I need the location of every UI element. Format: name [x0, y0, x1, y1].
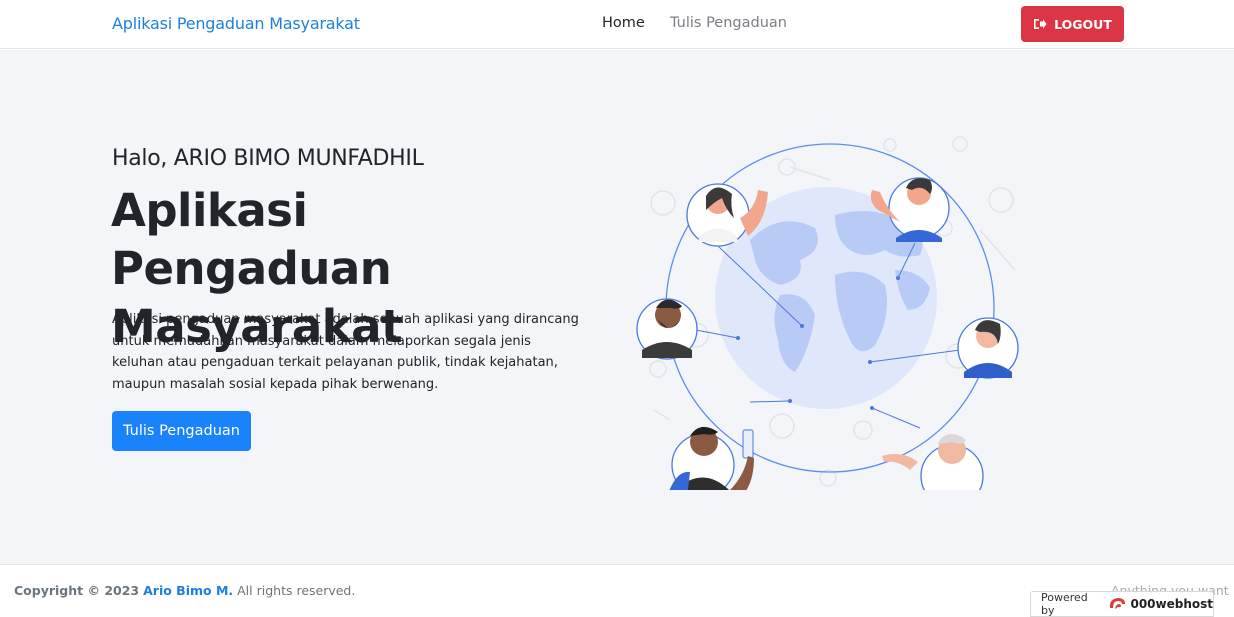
hero-description: Aplikasi pengaduan masyarakat adalah seb… [112, 312, 579, 392]
nav-link-home[interactable]: Home [602, 15, 645, 31]
sign-out-icon [1034, 19, 1047, 29]
copyright-prefix: Copyright © 2023 [14, 583, 140, 598]
webhost-logo-icon [1110, 598, 1126, 609]
tulis-pengaduan-button[interactable]: Tulis Pengaduan [112, 411, 251, 451]
rights-text: All rights reserved. [237, 583, 356, 598]
powered-by-badge[interactable]: Powered by 000webhost [1030, 591, 1214, 617]
webhost-logo: 000webhost [1107, 596, 1213, 612]
host-name: 000webhost [1130, 597, 1213, 611]
powered-by-label: Powered by [1041, 591, 1088, 617]
logout-label: LOGOUT [1054, 16, 1112, 32]
logout-button[interactable]: LOGOUT [1021, 6, 1124, 42]
greeting-text: Halo, ARIO BIMO MUNFADHIL [112, 146, 424, 171]
top-navbar: Aplikasi Pengaduan Masyarakat Home Tulis… [0, 0, 1234, 49]
copyright-text: Copyright © 2023 Ario Bimo M. All rights… [14, 583, 355, 598]
globe-network-illustration [636, 136, 1019, 490]
author-link[interactable]: Ario Bimo M. [143, 583, 233, 598]
nav-link-tulis-pengaduan[interactable]: Tulis Pengaduan [670, 15, 787, 31]
hero-section: Halo, ARIO BIMO MUNFADHIL Aplikasi Penga… [0, 50, 1234, 564]
footer: Copyright © 2023 Ario Bimo M. All rights… [0, 564, 1234, 617]
navbar-brand[interactable]: Aplikasi Pengaduan Masyarakat [112, 14, 360, 33]
